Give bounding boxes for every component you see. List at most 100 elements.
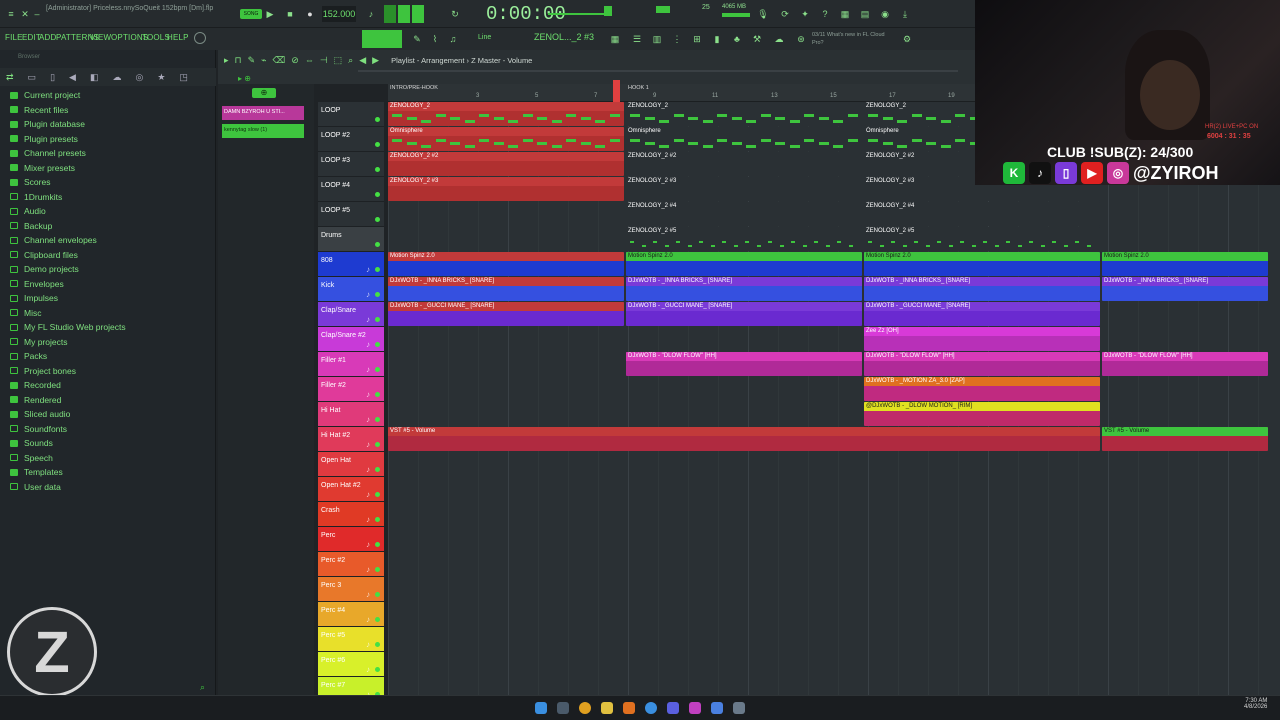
- globe-icon[interactable]: ◎: [135, 72, 143, 83]
- track-active-led[interactable]: [375, 242, 380, 247]
- app-icon[interactable]: [689, 702, 701, 714]
- note-icon[interactable]: ♪: [366, 465, 370, 474]
- channel-rack-icon[interactable]: ▤: [858, 7, 872, 21]
- file-icon[interactable]: ▯: [50, 72, 55, 83]
- tuner-icon[interactable]: ✦: [798, 7, 812, 21]
- arrangement-clip[interactable]: Omnisphere: [626, 127, 862, 151]
- track-active-led[interactable]: [375, 142, 380, 147]
- tag-icon[interactable]: ◳: [179, 72, 188, 83]
- note-icon[interactable]: ♪: [366, 365, 370, 374]
- piano-roll-icon[interactable]: ▥: [650, 32, 664, 46]
- browser-app-icon[interactable]: [645, 702, 657, 714]
- arrangement-clip[interactable]: DJxWOTB - _GUCCI MANE_ [SNARE]: [626, 302, 862, 326]
- menu-view[interactable]: VIEW: [90, 33, 111, 42]
- browser-item[interactable]: Speech: [10, 453, 53, 463]
- marker-intro[interactable]: INTRO/PRE-HOOK: [390, 85, 438, 91]
- expand-icon[interactable]: ⇄: [6, 72, 14, 83]
- master-volume-slider[interactable]: [548, 13, 608, 15]
- arrangement-clip[interactable]: DJxWOTB - _INNA BRICKS_ [SNARE]: [1102, 277, 1268, 301]
- arrangement-clip[interactable]: Zee Zz [OH]: [864, 327, 1100, 351]
- track-header[interactable]: Filler #1 ♪: [318, 352, 384, 377]
- browser-item[interactable]: Envelopes: [10, 279, 64, 289]
- arrangement-clip[interactable]: ZENOLOGY_2 #4: [864, 202, 1100, 226]
- track-active-led[interactable]: [375, 467, 380, 472]
- track-header[interactable]: LOOP: [318, 102, 384, 127]
- track-header[interactable]: Crash ♪: [318, 502, 384, 527]
- note-icon[interactable]: ♪: [366, 590, 370, 599]
- browser-item[interactable]: Channel presets: [10, 148, 86, 158]
- link-icon[interactable]: ⚙: [900, 32, 914, 46]
- arrow-icon[interactable]: ▸: [224, 55, 229, 66]
- browser-item[interactable]: User data: [10, 482, 61, 492]
- arrangement-clip[interactable]: ZENOLOGY_2 #2: [388, 152, 624, 176]
- browser-item[interactable]: Mixer presets: [10, 163, 75, 173]
- track-active-led[interactable]: [375, 342, 380, 347]
- playback-icon[interactable]: ◀: [359, 55, 366, 66]
- help-icon[interactable]: ?: [818, 7, 832, 21]
- arrangement-clip[interactable]: ZENOLOGY_2: [626, 102, 862, 126]
- note-icon[interactable]: ♪: [366, 315, 370, 324]
- loop-record-icon[interactable]: ↻: [448, 7, 462, 21]
- playlist-icon[interactable]: ☰: [630, 32, 644, 46]
- track-active-led[interactable]: [375, 392, 380, 397]
- arrangement-clip[interactable]: Motion Spinz 2.0: [1102, 252, 1268, 276]
- slice-icon[interactable]: ⊣: [320, 55, 328, 66]
- arrangement-clip[interactable]: DJxWOTB - "DLOW FLOW" [HH]: [1102, 352, 1268, 376]
- refresh-icon[interactable]: ⟳: [778, 7, 792, 21]
- stop-icon[interactable]: ■: [283, 7, 297, 21]
- mixer-icon[interactable]: ▦: [838, 7, 852, 21]
- arrangement-clip[interactable]: VST #5 - Volume: [388, 427, 1100, 451]
- arrangement-clip[interactable]: DJxWOTB - _GUCCI MANE_ [SNARE]: [388, 302, 624, 326]
- draw-icon[interactable]: ✎: [248, 55, 256, 66]
- note-icon[interactable]: ♪: [366, 515, 370, 524]
- clock-icon[interactable]: [194, 32, 206, 44]
- news-text[interactable]: 03/11 What's new in FL Cloud Pro?: [812, 31, 892, 47]
- arrangement-clip[interactable]: DJxWOTB - _INNA BRICKS_ [SNARE]: [864, 277, 1100, 301]
- track-header[interactable]: Clap/Snare #2 ♪: [318, 327, 384, 352]
- arrangement-clip[interactable]: Motion Spinz 2.0: [626, 252, 862, 276]
- pattern-item[interactable]: kennytag slow (1): [222, 124, 304, 138]
- note-icon[interactable]: ♪: [366, 290, 370, 299]
- pattern-item[interactable]: DAMN BZYROH U STI...: [222, 106, 304, 120]
- track-header[interactable]: Filler #2 ♪: [318, 377, 384, 402]
- browser-item[interactable]: My FL Studio Web projects: [10, 322, 126, 332]
- arrangement-clip[interactable]: ZENOLOGY_2 #2: [626, 152, 862, 176]
- browser-item[interactable]: Soundfonts: [10, 424, 67, 434]
- paint-icon[interactable]: ⌁: [261, 55, 266, 66]
- note-icon[interactable]: ♪: [366, 415, 370, 424]
- fl-studio-icon[interactable]: [623, 702, 635, 714]
- browser-item[interactable]: Plugin presets: [10, 134, 78, 144]
- track-header[interactable]: LOOP #4: [318, 177, 384, 202]
- browser-item[interactable]: Audio: [10, 206, 46, 216]
- transport-toggles[interactable]: [384, 5, 424, 23]
- track-active-led[interactable]: [375, 292, 380, 297]
- arrangement-clip[interactable]: ZENOLOGY_2 #5: [864, 227, 1100, 251]
- track-header[interactable]: LOOP #5: [318, 202, 384, 227]
- arrangement-grid[interactable]: ZENOLOGY_2 ZENOLOGY_2 ZENOLOGY_2 Omnisphere…: [388, 102, 1280, 695]
- browser-icon[interactable]: ▮: [710, 32, 724, 46]
- app2-icon[interactable]: [711, 702, 723, 714]
- track-active-led[interactable]: [375, 192, 380, 197]
- note-icon[interactable]: ♪: [366, 640, 370, 649]
- track-header[interactable]: Open Hat #2 ♪: [318, 477, 384, 502]
- delete-icon[interactable]: ⌫: [273, 55, 286, 66]
- plugin-icon[interactable]: ♣: [730, 32, 744, 46]
- track-header[interactable]: Drums: [318, 227, 384, 252]
- discord-icon[interactable]: [667, 702, 679, 714]
- track-header[interactable]: Perc #5 ♪: [318, 627, 384, 652]
- track-active-led[interactable]: [375, 517, 380, 522]
- download-icon[interactable]: ⤓: [898, 7, 912, 21]
- snap-toggle[interactable]: [362, 30, 402, 48]
- browser-item[interactable]: Templates: [10, 467, 63, 477]
- playhead-marker[interactable]: [613, 80, 620, 102]
- chrome-icon[interactable]: [579, 702, 591, 714]
- track-header[interactable]: Perc 3 ♪: [318, 577, 384, 602]
- speaker-icon[interactable]: ◀: [69, 72, 76, 83]
- menu-file[interactable]: FILE: [5, 33, 23, 42]
- note-icon[interactable]: ♪: [366, 615, 370, 624]
- arrangement-clip[interactable]: DJxWOTB - _INNA BRICKS_ [SNARE]: [388, 277, 624, 301]
- track-header[interactable]: Perc ♪: [318, 527, 384, 552]
- track-active-led[interactable]: [375, 667, 380, 672]
- arrangement-clip[interactable]: DJxWOTB - "DLOW FLOW" [HH]: [626, 352, 862, 376]
- note-icon[interactable]: ♪: [366, 490, 370, 499]
